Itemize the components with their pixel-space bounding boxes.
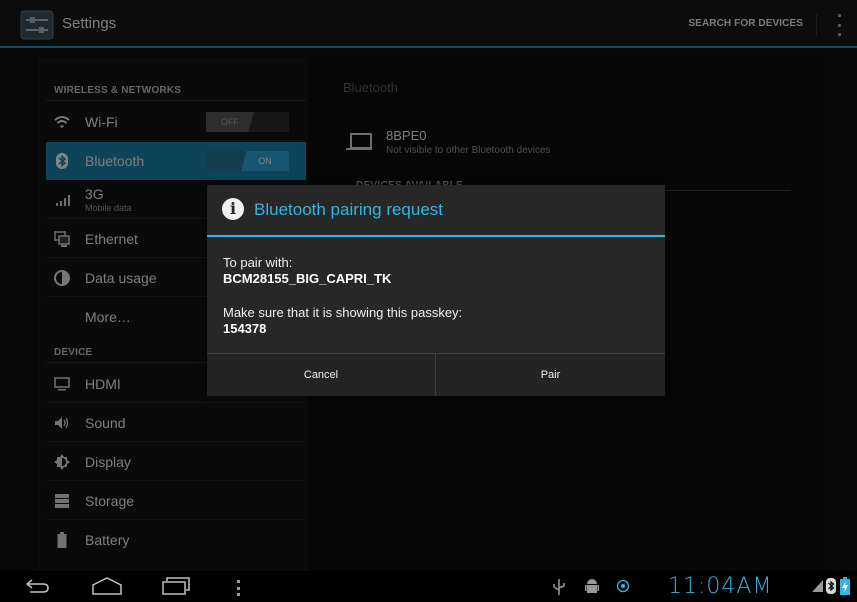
dialog-title: Bluetooth pairing request (254, 200, 444, 219)
signal-strength-icon (812, 580, 823, 592)
cancel-button[interactable]: Cancel (207, 354, 436, 396)
info-icon: i (222, 198, 244, 220)
system-bar: 11:04AM (0, 571, 857, 602)
bluetooth-pairing-dialog: i Bluetooth pairing request To pair with… (207, 185, 665, 396)
home-icon[interactable] (91, 577, 123, 595)
dialog-button-bar: Cancel Pair (207, 353, 665, 396)
clock: 11:04AM (668, 574, 773, 599)
pair-with-label: To pair with: (223, 255, 293, 270)
pairing-device-name: BCM28155_BIG_CAPRI_TK (223, 271, 392, 286)
nav-overflow-icon[interactable] (237, 580, 241, 596)
dialog-title-bar: i Bluetooth pairing request (207, 185, 665, 237)
passkey-prompt: Make sure that it is showing this passke… (223, 305, 463, 320)
battery-status-icon (840, 577, 850, 595)
passkey-value: 154378 (223, 321, 267, 336)
sync-icon (616, 579, 630, 593)
recent-apps-icon[interactable] (161, 577, 191, 595)
android-debug-icon (585, 579, 599, 593)
bluetooth-status-icon (826, 578, 836, 594)
usb-icon (553, 579, 565, 595)
back-icon[interactable] (24, 578, 50, 594)
pair-button[interactable]: Pair (436, 354, 665, 396)
